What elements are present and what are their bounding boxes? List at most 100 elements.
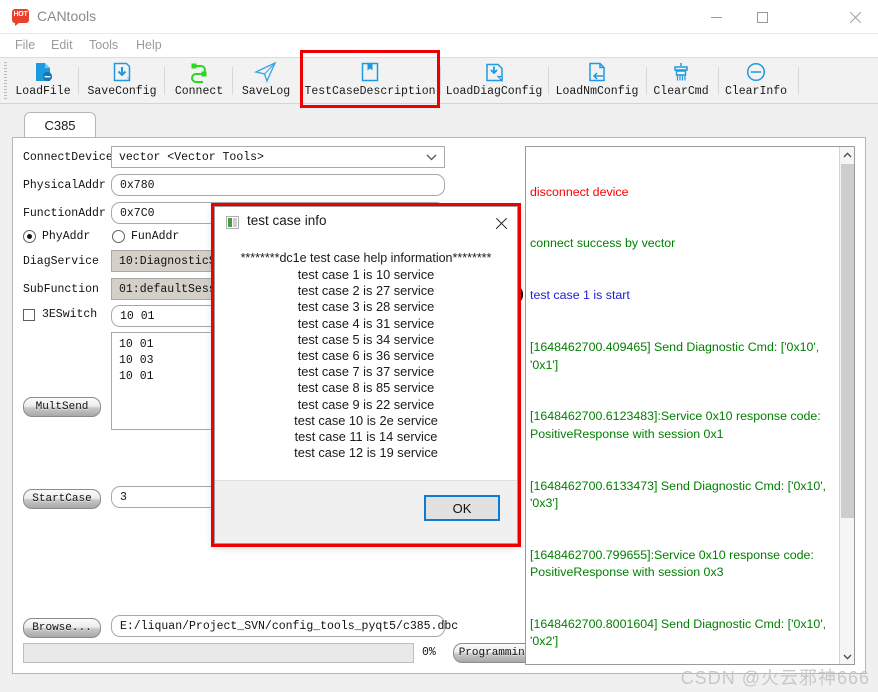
- menu-item-file[interactable]: File: [10, 37, 40, 53]
- dialog-case-line: test case 1 is 10 service: [297, 267, 435, 282]
- save-log-icon: [254, 61, 278, 83]
- toolbar-grip[interactable]: [4, 62, 7, 101]
- progress-percent: 0%: [422, 646, 436, 659]
- test-case-info-dialog: test case info ********dc1e test case he…: [214, 206, 518, 544]
- file-path-input[interactable]: E:/liquan/Project_SVN/config_tools_pyqt5…: [111, 615, 458, 637]
- toolbar-label-load-file: LoadFile: [15, 85, 71, 98]
- start-case-button[interactable]: StartCase: [23, 489, 101, 509]
- label-physical-addr: PhysicalAddr: [23, 179, 106, 192]
- dialog-case-line: test case 12 is 19 service: [294, 445, 438, 461]
- dialog-ok-button[interactable]: OK: [424, 495, 500, 521]
- checkbox-3e-indicator: [23, 308, 35, 321]
- log-scrollbar[interactable]: [839, 147, 854, 664]
- toolbar-label-connect: Connect: [174, 85, 224, 98]
- label-function-addr: FunctionAddr: [23, 207, 106, 220]
- log-line: [1648462700.6133473] Send Diagnostic Cmd…: [530, 478, 830, 510]
- toolbar-button-test-case-description[interactable]: TestCaseDescription: [304, 59, 436, 104]
- connect-device-combo[interactable]: vector <Vector Tools>: [111, 146, 445, 168]
- window-title: CANtools: [37, 8, 97, 24]
- clear-info-icon: [745, 61, 767, 83]
- toolbar-label-test-case-description: TestCaseDescription: [304, 85, 436, 98]
- log-line: test case 1 is start: [530, 288, 630, 303]
- maximize-button[interactable]: [739, 0, 785, 34]
- dialog-case-line: test case 8 is 85 service: [297, 380, 435, 396]
- physical-addr-input[interactable]: 0x780: [111, 174, 445, 196]
- dialog-case-line: test case 4 is 31 service: [297, 315, 435, 331]
- mult-send-button[interactable]: MultSend: [23, 397, 101, 417]
- close-button[interactable]: [832, 0, 878, 34]
- dialog-case-line: test case 6 is 36 service: [297, 348, 435, 364]
- log-line: [1648462700.799655]:Service 0x10 respons…: [530, 547, 818, 580]
- log-text: disconnect device connect success by vec…: [530, 149, 830, 664]
- dialog-body: ********dc1e test case help information*…: [215, 237, 517, 482]
- menu-item-help[interactable]: Help: [131, 37, 167, 53]
- radio-fun-addr[interactable]: FunAddr: [112, 230, 179, 243]
- log-line: [1648462700.8001604] Send Diagnostic Cmd…: [530, 617, 830, 649]
- toolbar-button-load-nm-config[interactable]: LoadNmConfig: [552, 59, 642, 104]
- dialog-case-line: test case 5 is 34 service: [297, 331, 435, 347]
- switch-3e-label: 3ESwitch: [42, 308, 98, 321]
- radio-phy-addr-indicator: [23, 230, 36, 243]
- load-diag-config-icon: [483, 61, 505, 83]
- minimize-button[interactable]: [693, 0, 739, 34]
- dialog-footer: OK: [215, 480, 517, 543]
- toolbar-label-load-nm-config: LoadNmConfig: [555, 85, 639, 98]
- log-line: connect success by vector: [530, 236, 676, 251]
- dialog-title-bar: test case info: [215, 207, 517, 237]
- radio-phy-addr-label: PhyAddr: [42, 230, 91, 243]
- toolbar-button-load-file[interactable]: LoadFile: [12, 59, 74, 104]
- log-line: [1648462700.6123483]:Service 0x10 respon…: [530, 409, 825, 441]
- chevron-down-icon: [420, 147, 442, 167]
- chevron-up-icon[interactable]: [840, 147, 854, 162]
- dialog-case-line: test case 9 is 22 service: [297, 396, 435, 412]
- log-line: disconnect device: [530, 184, 629, 199]
- dialog-app-icon: [226, 216, 239, 229]
- toolbar-button-load-diag-config[interactable]: LoadDiagConfig: [444, 59, 544, 104]
- save-config-icon: [111, 61, 133, 83]
- close-icon: [849, 11, 862, 24]
- toolbar-label-load-diag-config: LoadDiagConfig: [445, 85, 543, 98]
- maximize-icon: [756, 11, 768, 23]
- close-icon: [495, 217, 508, 230]
- label-connect-device: ConnectDevice: [23, 151, 113, 164]
- tab-c385[interactable]: C385: [24, 112, 96, 138]
- browse-button[interactable]: Browse...: [23, 618, 101, 638]
- dialog-case-line: test case 3 is 28 service: [297, 299, 435, 315]
- radio-phy-addr[interactable]: PhyAddr: [23, 230, 90, 243]
- app-hot-icon: HOT: [12, 9, 29, 26]
- log-panel[interactable]: disconnect device connect success by vec…: [525, 146, 855, 665]
- dialog-case-line: test case 10 is 2e service: [294, 412, 438, 428]
- radio-fun-addr-indicator: [112, 230, 125, 243]
- application-window: HOT CANtools File Edit Tools Help LoadFi…: [0, 0, 878, 692]
- label-diag-service: DiagService: [23, 255, 99, 268]
- connect-icon: [188, 61, 210, 83]
- toolbar-button-save-log[interactable]: SaveLog: [236, 59, 296, 104]
- toolbar-button-save-config[interactable]: SaveConfig: [82, 59, 162, 104]
- toolbar: LoadFile SaveConfig Connect SaveLog Test…: [0, 57, 878, 104]
- load-file-icon: [32, 61, 54, 83]
- log-scrollbar-thumb[interactable]: [841, 164, 854, 518]
- test-case-description-icon: [359, 61, 381, 83]
- toolbar-label-clear-info: ClearInfo: [724, 85, 788, 98]
- dialog-case-line: test case 11 is 14 service: [294, 429, 438, 445]
- toolbar-button-clear-cmd[interactable]: ClearCmd: [650, 59, 712, 104]
- menu-item-edit[interactable]: Edit: [46, 37, 78, 53]
- radio-fun-addr-label: FunAddr: [131, 230, 180, 243]
- toolbar-button-clear-info[interactable]: ClearInfo: [722, 59, 790, 104]
- minimize-icon: [710, 16, 722, 18]
- toolbar-label-clear-cmd: ClearCmd: [653, 85, 709, 98]
- tab-strip: C385: [12, 112, 866, 138]
- dialog-case-line: test case 2 is 27 service: [297, 283, 435, 299]
- toolbar-button-connect[interactable]: Connect: [168, 59, 230, 104]
- toolbar-label-save-log: SaveLog: [241, 85, 291, 98]
- progress-bar: [23, 643, 414, 663]
- dialog-close-button[interactable]: [491, 213, 511, 233]
- switch-3e-checkbox[interactable]: 3ESwitch: [23, 308, 97, 321]
- chevron-down-icon[interactable]: [840, 649, 854, 664]
- toolbar-label-save-config: SaveConfig: [87, 85, 157, 98]
- dialog-case-line: test case 7 is 37 service: [297, 364, 435, 380]
- clear-cmd-icon: [670, 61, 692, 83]
- menu-bar: File Edit Tools Help: [0, 34, 878, 57]
- log-line: [1648462700.409465] Send Diagnostic Cmd:…: [530, 340, 823, 372]
- menu-item-tools[interactable]: Tools: [84, 37, 123, 53]
